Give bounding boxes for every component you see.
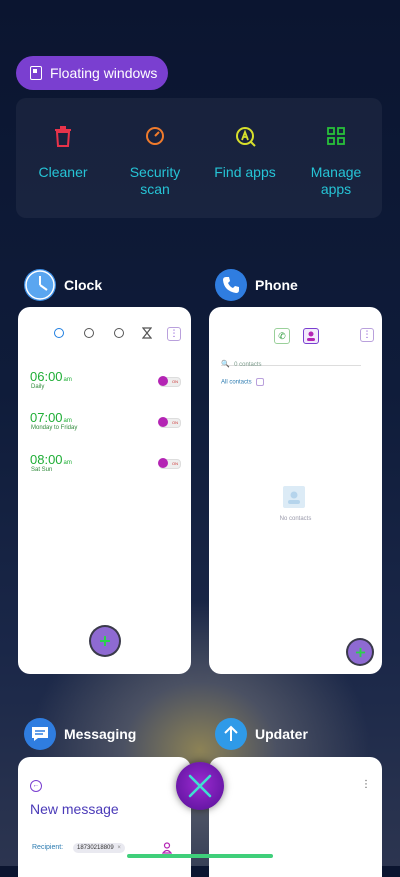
recipient-chip[interactable]: 18730218809 ×: [73, 843, 125, 853]
dialer-tab-icon[interactable]: ✆: [274, 328, 290, 344]
cleaner-tool[interactable]: Cleaner: [18, 98, 108, 218]
recipient-number: 18730218809: [77, 845, 114, 851]
search-icon: 🔍: [221, 361, 230, 368]
home-gesture-bar[interactable]: [127, 854, 273, 858]
alarm-repeat: Daily: [31, 384, 45, 390]
alarm-repeat: Sat Sun: [31, 467, 53, 473]
recipient-label: Recipient:: [32, 844, 64, 851]
close-all-button[interactable]: [176, 762, 224, 810]
alarm-repeat: Monday to Friday: [31, 425, 78, 431]
empty-contacts-icon: [283, 486, 305, 508]
floating-window-icon: [30, 66, 42, 80]
messaging-app-header[interactable]: Messaging: [24, 718, 136, 750]
contact-search-placeholder: 0 contacts: [234, 362, 262, 368]
trash-icon: [55, 126, 71, 147]
floating-windows-button[interactable]: Floating windows: [16, 56, 168, 90]
phone-app-icon: [215, 269, 247, 301]
stopwatch-tab-icon[interactable]: [114, 328, 124, 338]
manage-apps-label: Manage apps: [310, 164, 362, 197]
cleaner-label: Cleaner: [38, 164, 88, 180]
security-scan-label: Security scan: [129, 164, 181, 197]
chevron-down-icon: [256, 378, 265, 386]
plus-icon: [100, 636, 110, 646]
phone-app-name: Phone: [255, 277, 298, 293]
phone-window-card[interactable]: ✆ ⋮ 🔍 0 contacts All contacts No contact…: [209, 307, 382, 674]
floating-windows-label: Floating windows: [50, 65, 158, 81]
alarm-toggle[interactable]: ON: [158, 458, 181, 469]
more-options-icon[interactable]: ⋮: [361, 779, 371, 790]
find-apps-label: Find apps: [214, 164, 276, 180]
more-options-icon[interactable]: ⋮: [360, 328, 374, 342]
contact-filter-dropdown[interactable]: All contacts: [221, 378, 265, 386]
world-clock-tab-icon[interactable]: [84, 328, 94, 338]
updater-window-card[interactable]: ⋮: [209, 757, 382, 877]
messaging-app-name: Messaging: [64, 726, 137, 742]
messaging-window-card[interactable]: ← New message Recipient: 18730218809 ×: [18, 757, 191, 877]
alarm-tab-icon[interactable]: [54, 328, 64, 338]
updater-app-header[interactable]: Updater: [215, 718, 308, 750]
find-apps-tool[interactable]: Find apps: [200, 98, 290, 218]
back-arrow-icon[interactable]: ←: [30, 780, 42, 792]
new-message-title: New message: [30, 801, 119, 817]
add-alarm-button[interactable]: [91, 627, 119, 655]
close-icon: [188, 774, 212, 798]
add-contact-button[interactable]: [348, 640, 372, 664]
clock-app-icon: [24, 269, 56, 301]
clock-app-name: Clock: [64, 277, 103, 293]
find-apps-icon: [236, 127, 256, 147]
clock-app-header[interactable]: Clock: [24, 269, 102, 301]
contact-search-input[interactable]: 🔍 0 contacts: [221, 353, 361, 368]
phone-app-header[interactable]: Phone: [215, 269, 298, 301]
timer-tab-icon[interactable]: [142, 327, 152, 339]
alarm-time[interactable]: 07:00am: [30, 410, 72, 425]
messaging-app-icon: [24, 718, 56, 750]
empty-contacts-text: No contacts: [279, 516, 312, 522]
quick-tools-panel: Cleaner Security scan Find apps Manage a…: [16, 98, 382, 218]
updater-app-name: Updater: [255, 726, 308, 742]
remove-recipient-icon[interactable]: ×: [117, 845, 121, 851]
security-scan-tool[interactable]: Security scan: [110, 98, 200, 218]
clock-window-card[interactable]: ⋮ 06:00am Daily ON 07:00am Monday to Fri…: [18, 307, 191, 674]
contacts-tab-icon[interactable]: [303, 328, 319, 344]
manage-apps-tool[interactable]: Manage apps: [291, 98, 381, 218]
alarm-toggle[interactable]: ON: [158, 417, 181, 428]
alarm-time[interactable]: 08:00am: [30, 452, 72, 467]
contact-filter-label: All contacts: [221, 379, 252, 386]
gauge-icon: [146, 127, 164, 145]
alarm-time[interactable]: 06:00am: [30, 369, 72, 384]
updater-app-icon: [215, 718, 247, 750]
grid-icon: [327, 127, 345, 145]
plus-icon: [355, 647, 365, 657]
contact-picker-icon[interactable]: [162, 842, 172, 854]
alarm-toggle[interactable]: ON: [158, 376, 181, 387]
more-options-icon[interactable]: ⋮: [167, 327, 181, 341]
